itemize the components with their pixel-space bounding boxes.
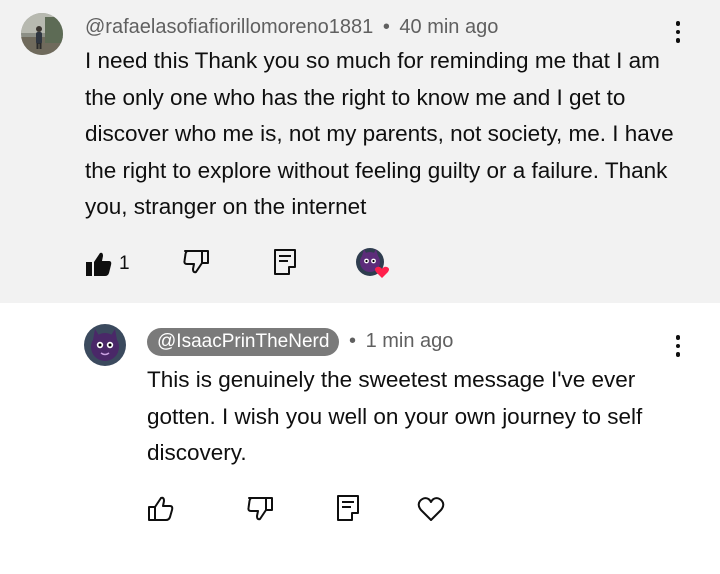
like-icon: [148, 496, 174, 521]
dislike-button[interactable]: [243, 492, 277, 526]
comment-text: I need this Thank you so much for remind…: [85, 48, 674, 219]
reply-time: 1 min ago: [365, 330, 454, 352]
reply-button[interactable]: [331, 491, 365, 525]
reply-avatar[interactable]: [84, 324, 126, 366]
dislike-button[interactable]: [179, 245, 213, 279]
like-count: 1: [119, 253, 130, 274]
meta-separator: •: [348, 330, 356, 352]
comment-meta: @rafaelasofiafiorillomoreno1881 • 40 min…: [85, 14, 498, 40]
more-options-icon[interactable]: [673, 18, 683, 46]
reply-icon: [337, 495, 359, 521]
comment-time: 40 min ago: [399, 16, 499, 38]
like-button[interactable]: [144, 492, 178, 526]
heart-icon: [417, 497, 445, 521]
dislike-icon: [247, 497, 273, 521]
comment-thread: @rafaelasofiafiorillomoreno1881 • 40 min…: [0, 0, 720, 303]
comment-author[interactable]: @rafaelasofiafiorillomoreno1881: [85, 16, 373, 38]
like-filled-icon: [86, 252, 112, 276]
dislike-icon: [183, 250, 209, 274]
more-options-icon[interactable]: [673, 332, 683, 360]
commenter-avatar[interactable]: [21, 13, 63, 55]
like-button[interactable]: [82, 247, 116, 281]
meta-separator: •: [382, 16, 390, 38]
reply-author-pill[interactable]: @IsaacPrinTheNerd: [147, 328, 340, 356]
heart-button[interactable]: [414, 492, 448, 526]
creator-heart-icon: [356, 248, 390, 278]
reply-meta: @IsaacPrinTheNerd • 1 min ago: [147, 327, 454, 356]
creator-heart-badge: [353, 245, 393, 281]
reply-button[interactable]: [268, 245, 302, 279]
reply-icon: [274, 249, 296, 275]
reply-text: This is genuinely the sweetest message I…: [147, 367, 643, 465]
